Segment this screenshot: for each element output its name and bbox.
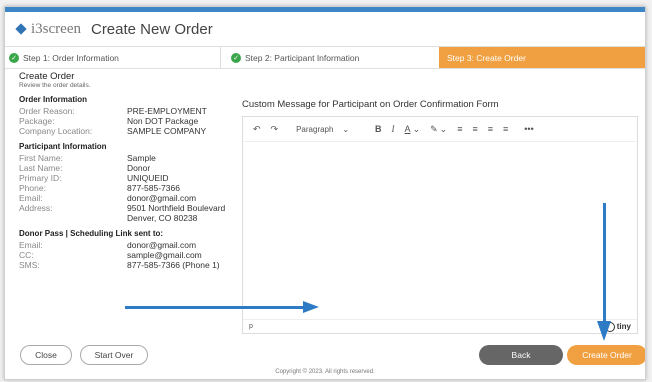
info-row: Company Location: SAMPLE COMPANY [19, 126, 231, 136]
editor-statusbar: p tiny [243, 319, 637, 333]
info-value: 877-585-7366 (Phone 1) [127, 260, 220, 270]
close-button[interactable]: Close [20, 345, 72, 365]
format-select-value: Paragraph [296, 124, 334, 134]
order-info-heading: Order Information [19, 95, 88, 104]
info-value: donor@gmail.com [127, 240, 197, 250]
undo-icon[interactable]: ↶ [253, 124, 261, 135]
editor-toolbar: ↶ ↷ Paragraph ⌄ B I A ⌄ ✎ ⌄ ≡ ≡ ≡ ≡ ••• [243, 117, 637, 142]
chevron-down-icon: ⌄ [342, 124, 350, 134]
bold-icon[interactable]: B [375, 124, 382, 134]
step-1-label: Step 1: Order Information [23, 52, 119, 63]
align-center-icon[interactable]: ≡ [472, 124, 477, 134]
info-label: CC: [19, 250, 34, 260]
brand-name: i3screen [31, 20, 81, 37]
rich-text-editor: ↶ ↷ Paragraph ⌄ B I A ⌄ ✎ ⌄ ≡ ≡ ≡ ≡ ••• p … [242, 116, 638, 334]
vertical-arrow-head-icon [597, 321, 611, 341]
info-value: Sample [127, 153, 156, 163]
info-value: Denver, CO 80238 [127, 213, 198, 223]
more-icon[interactable]: ••• [524, 124, 533, 134]
custom-message-section: Custom Message for Participant on Order … [242, 99, 638, 334]
donor-pass-heading: Donor Pass | Scheduling Link sent to: [19, 229, 164, 238]
info-row: Last Name: Donor [19, 163, 231, 173]
info-label [19, 213, 127, 223]
order-summary: Create Order Review the order details. O… [19, 71, 231, 270]
highlight-icon[interactable]: ✎ [430, 124, 438, 135]
info-row: SMS: 877-585-7366 (Phone 1) [19, 260, 231, 270]
align-right-icon[interactable]: ≡ [488, 124, 493, 134]
info-value: SAMPLE COMPANY [127, 126, 207, 136]
step-2-label: Step 2: Participant Information [245, 52, 360, 63]
format-select[interactable]: Paragraph ⌄ [296, 125, 349, 134]
info-value: Non DOT Package [127, 116, 199, 126]
step-3-label: Step 3: Create Order [447, 52, 526, 63]
start-over-button[interactable]: Start Over [80, 345, 148, 365]
redo-icon[interactable]: ↷ [271, 124, 279, 135]
info-row: First Name: Sample [19, 153, 231, 163]
header: i3screen Create New Order [5, 12, 645, 46]
align-justify-icon[interactable]: ≡ [503, 124, 508, 134]
horizontal-arrow-line [125, 306, 305, 309]
text-color-icon[interactable]: A [405, 124, 411, 134]
app-window: i3screen Create New Order ✓ Step 1: Orde… [4, 6, 646, 380]
align-left-icon[interactable]: ≡ [457, 124, 462, 134]
custom-message-title: Custom Message for Participant on Order … [242, 99, 499, 110]
info-label: Email: [19, 193, 43, 203]
logo: i3screen [15, 20, 91, 38]
info-row: Email: donor@gmail.com [19, 240, 231, 250]
info-value: Donor [127, 163, 151, 173]
chevron-down-icon[interactable]: ⌄ [413, 124, 421, 135]
editor-content-area[interactable] [243, 141, 637, 319]
info-row: Phone: 877-585-7366 [19, 183, 231, 193]
info-label: Email: [19, 240, 43, 250]
participant-info-heading: Participant Information [19, 142, 107, 151]
element-path: p [249, 323, 253, 330]
check-icon: ✓ [231, 52, 241, 63]
logo-diamond-icon [15, 23, 27, 35]
info-label: First Name: [19, 153, 63, 163]
step-1[interactable]: ✓ Step 1: Order Information [5, 47, 221, 68]
step-progress: ✓ Step 1: Order Information ✓ Step 2: Pa… [5, 46, 645, 69]
info-value: donor@gmail.com [127, 193, 197, 203]
step-2[interactable]: ✓ Step 2: Participant Information [221, 47, 439, 68]
info-label: Order Reason: [19, 106, 75, 116]
info-row: Package: Non DOT Package [19, 116, 231, 126]
info-value: sample@gmail.com [127, 250, 202, 260]
info-row: Denver, CO 80238 [19, 213, 231, 223]
chevron-down-icon[interactable]: ⌄ [440, 124, 448, 135]
info-label: SMS: [19, 260, 40, 270]
page-title: Create New Order [90, 20, 213, 38]
info-label: Address: [19, 203, 53, 213]
info-label: Package: [19, 116, 55, 126]
info-label: Phone: [19, 183, 46, 193]
check-icon: ✓ [9, 52, 19, 63]
info-row: Email: donor@gmail.com [19, 193, 231, 203]
info-value: 9501 Northfield Boulevard [127, 203, 226, 213]
back-button[interactable]: Back [479, 345, 563, 365]
summary-subtitle: Review the order details. [19, 82, 91, 89]
info-row: CC: sample@gmail.com [19, 250, 231, 260]
vertical-arrow-line [603, 203, 606, 323]
step-3[interactable]: Step 3: Create Order [439, 47, 645, 68]
info-value: UNIQUEID [127, 173, 169, 183]
footer-copyright: Copyright © 2023. All rights reserved. [275, 369, 375, 375]
info-row: Primary ID: UNIQUEID [19, 173, 231, 183]
info-row: Order Reason: PRE-EMPLOYMENT [19, 106, 231, 116]
summary-title: Create Order [19, 71, 75, 82]
info-row: Address: 9501 Northfield Boulevard [19, 203, 231, 213]
info-value: 877-585-7366 [127, 183, 180, 193]
info-value: PRE-EMPLOYMENT [127, 106, 207, 116]
info-label: Last Name: [19, 163, 63, 173]
horizontal-arrow-head-icon [303, 301, 319, 313]
tiny-brand-label: tiny [616, 322, 631, 331]
info-label: Company Location: [19, 126, 93, 136]
italic-icon[interactable]: I [392, 124, 395, 134]
info-label: Primary ID: [19, 173, 62, 183]
create-order-button[interactable]: Create Order [567, 345, 645, 365]
